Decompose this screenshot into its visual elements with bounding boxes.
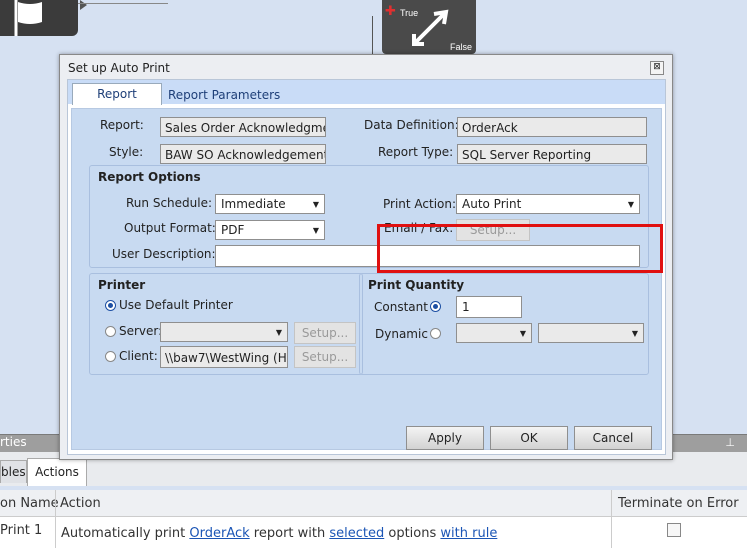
flag-icon (14, 0, 42, 36)
print-quantity-group-title: Print Quantity (368, 278, 465, 292)
properties-title: rties (0, 435, 27, 449)
false-label: False (449, 42, 472, 52)
dynamic-field-select[interactable]: ▼ (456, 323, 532, 343)
connector-line-2 (372, 16, 373, 56)
output-format-label: Output Format: (124, 221, 216, 235)
style-label: Style: (109, 145, 144, 159)
decision-node[interactable]: ✚ True False (382, 0, 476, 54)
client-radio[interactable] (105, 351, 116, 362)
action-prefix: Automatically print (61, 526, 190, 541)
tab-variables[interactable]: bles (0, 460, 27, 483)
action-mid: report with (249, 526, 330, 541)
dialog-title: Set up Auto Print (68, 61, 170, 75)
dynamic-radio[interactable] (430, 328, 441, 339)
apply-button[interactable]: Apply (406, 426, 484, 450)
action-mid2: options (384, 526, 441, 541)
dynamic-source-select[interactable]: ▼ (538, 323, 644, 343)
user-description-label: User Description: (112, 247, 216, 261)
use-default-printer-label: Use Default Printer (119, 298, 233, 312)
action-description: Automatically print OrderAck report with… (61, 526, 497, 541)
chevron-down-icon: ▼ (631, 329, 638, 338)
print-action-select[interactable]: Auto Print ▼ (456, 194, 640, 214)
chevron-down-icon: ▼ (627, 200, 634, 209)
action-name-cell: Print 1 (0, 523, 43, 538)
printer-group-title: Printer (98, 278, 146, 292)
column-divider (611, 490, 612, 516)
report-options-group-title: Report Options (98, 170, 201, 184)
chevron-down-icon: ▼ (275, 328, 282, 337)
client-label: Client: (119, 349, 158, 363)
cancel-button[interactable]: Cancel (574, 426, 652, 450)
connector-arrow (80, 0, 87, 10)
tab-report-parameters[interactable]: Report Parameters (168, 88, 280, 102)
print-quantity-group: Print Quantity Constant 1 Dynamic ▼ ▼ (359, 273, 649, 375)
data-definition-label: Data Definition: (364, 118, 459, 132)
column-divider (55, 490, 56, 516)
run-schedule-value: Immediate (221, 197, 286, 211)
run-schedule-select[interactable]: Immediate ▼ (215, 194, 325, 214)
tab-strip: Report Options Report Parameters (68, 80, 665, 121)
column-header-action: Action (60, 496, 101, 511)
dialog-body: Report Options Report Parameters Report:… (67, 79, 666, 455)
auto-print-dialog: Set up Auto Print ⊠ Report Options Repor… (59, 54, 673, 460)
client-setup-button[interactable]: Setup... (294, 346, 356, 368)
chevron-down-icon: ▼ (519, 329, 526, 338)
tab-actions[interactable]: Actions (27, 458, 87, 486)
constant-radio[interactable] (430, 301, 441, 312)
printer-group: Printer Use Default Printer Server: ▼ Se… (89, 273, 363, 375)
report-label: Report: (100, 118, 144, 132)
connector-line (78, 3, 168, 4)
column-divider (55, 517, 56, 548)
report-field: Sales Order Acknowledgment (160, 117, 326, 137)
selected-options-link[interactable]: selected (329, 526, 384, 541)
report-link[interactable]: OrderAck (189, 526, 249, 541)
tab-report-options[interactable]: Report Options (72, 83, 162, 121)
pin-icon[interactable]: ⊥ (725, 436, 735, 449)
chevron-down-icon: ▼ (312, 200, 319, 209)
start-node[interactable] (0, 0, 78, 36)
print-action-label: Print Action: (383, 197, 457, 211)
actions-grid-header: on Name Action Terminate on Error (0, 490, 747, 517)
constant-label: Constant (374, 300, 428, 314)
output-format-value: PDF (221, 223, 245, 237)
print-action-value: Auto Print (462, 197, 522, 211)
server-select[interactable]: ▼ (160, 322, 288, 342)
tab-variables-label: bles (1, 465, 26, 479)
data-definition-field: OrderAck (457, 117, 647, 137)
client-printer-field[interactable]: \\baw7\WestWing (HP L (160, 346, 288, 368)
chevron-down-icon: ▼ (312, 226, 319, 235)
ok-button[interactable]: OK (490, 426, 568, 450)
print-action-highlight (377, 224, 663, 273)
column-header-terminate: Terminate on Error (618, 496, 739, 511)
dynamic-label: Dynamic (375, 327, 428, 341)
constant-input[interactable]: 1 (456, 296, 522, 318)
column-header-name: on Name (0, 496, 59, 511)
style-field: BAW SO Acknowledgement (160, 144, 326, 164)
report-options-panel: Report: Sales Order Acknowledgment Style… (71, 108, 663, 450)
run-schedule-label: Run Schedule: (126, 196, 213, 210)
tab-actions-label: Actions (35, 465, 79, 479)
report-type-field: SQL Server Reporting (457, 144, 647, 164)
column-divider (611, 517, 612, 548)
server-setup-button[interactable]: Setup... (294, 322, 356, 344)
output-format-select[interactable]: PDF ▼ (215, 220, 325, 240)
server-label: Server: (119, 324, 163, 338)
use-default-printer-radio[interactable] (105, 300, 116, 311)
plus-icon: ✚ (385, 4, 396, 19)
report-type-label: Report Type: (378, 145, 454, 159)
server-radio[interactable] (105, 326, 116, 337)
terminate-on-error-checkbox[interactable] (667, 523, 681, 537)
rule-link[interactable]: with rule (440, 526, 497, 541)
table-row[interactable]: Print 1 Automatically print OrderAck rep… (0, 517, 747, 548)
close-icon[interactable]: ⊠ (650, 61, 664, 75)
